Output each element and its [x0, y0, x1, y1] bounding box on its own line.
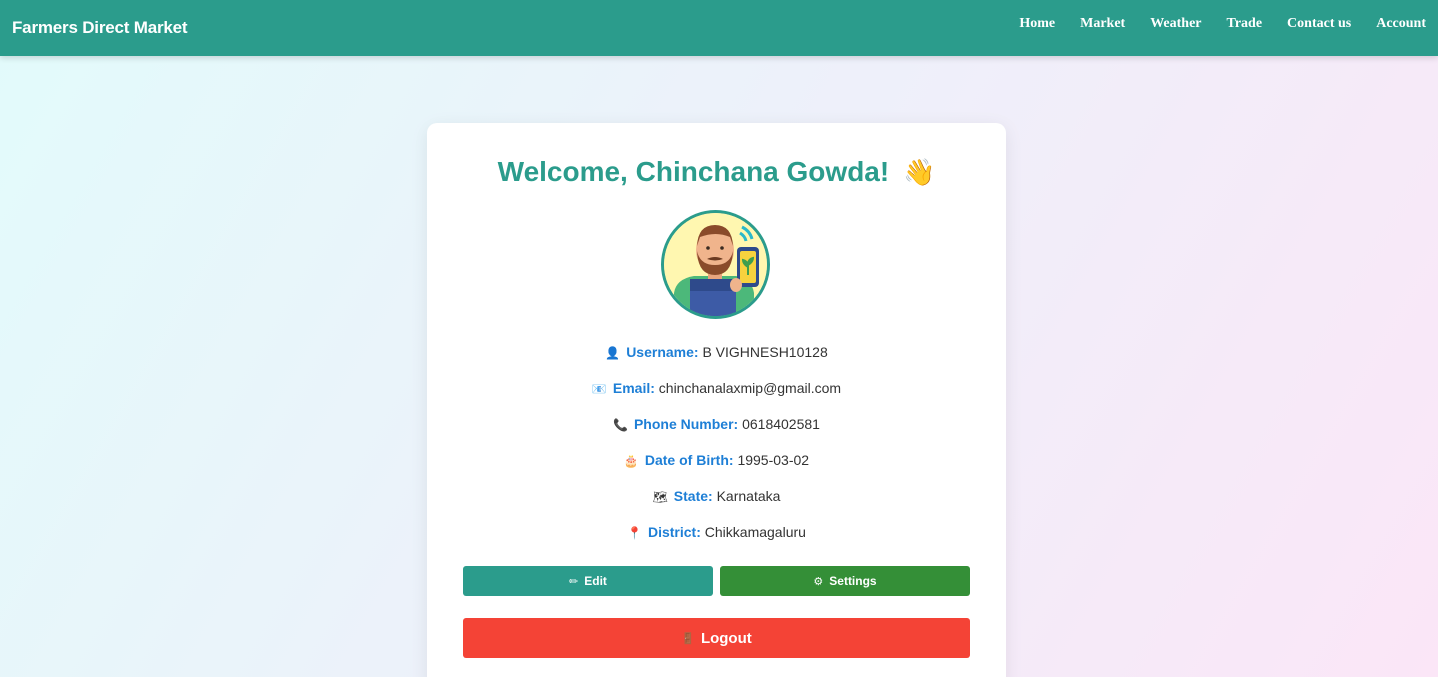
district-value: Chikkamagaluru [704, 524, 806, 540]
cake-icon: 🎂 [623, 454, 639, 468]
waving-hand-icon: 👋 [902, 157, 936, 187]
gear-icon: ⚙ [813, 575, 824, 588]
dob-row: 🎂 Date of Birth: 1995-03-02 [427, 452, 1006, 468]
avatar [661, 210, 770, 319]
email-label: Email: [612, 380, 655, 396]
nav-contact-us[interactable]: Contact us [1287, 16, 1351, 32]
profile-card: Welcome, Chinchana Gowda! 👋 👤 Username: B… [427, 123, 1006, 677]
district-row: 📍 District: Chikkamagaluru [427, 524, 1006, 540]
username-value: B VIGHNESH10128 [702, 344, 828, 360]
phone-icon: 📞 [613, 418, 628, 432]
dob-value: 1995-03-02 [737, 452, 810, 468]
username-row: 👤 Username: B VIGHNESH10128 [427, 344, 1006, 360]
email-row: 📧 Email: chinchanalaxmip@gmail.com [427, 380, 1006, 396]
nav-market[interactable]: Market [1080, 16, 1125, 32]
door-icon: 🚪 [681, 632, 695, 645]
welcome-heading: Welcome, Chinchana Gowda! 👋 [427, 156, 1006, 188]
phone-value: 0618402581 [742, 416, 820, 432]
brand-title[interactable]: Farmers Direct Market [12, 18, 188, 38]
top-navbar: Farmers Direct Market Home Market Weathe… [0, 0, 1438, 56]
map-icon: 🗺 [652, 490, 668, 504]
logout-button-label: Logout [700, 629, 752, 647]
nav-account[interactable]: Account [1376, 16, 1426, 32]
state-row: 🗺 State: Karnataka [427, 488, 1006, 504]
pencil-icon: ✏ [569, 575, 579, 588]
nav-home[interactable]: Home [1019, 16, 1055, 32]
logout-button[interactable]: 🚪 Logout [463, 618, 970, 658]
settings-button-label: Settings [829, 574, 877, 588]
email-icon: 📧 [591, 382, 607, 396]
email-value: chinchanalaxmip@gmail.com [658, 380, 842, 396]
nav-trade[interactable]: Trade [1227, 16, 1263, 32]
user-icon: 👤 [605, 346, 621, 360]
phone-row: 📞 Phone Number: 0618402581 [427, 416, 1006, 432]
edit-button[interactable]: ✏ Edit [463, 566, 713, 596]
dob-label: Date of Birth: [644, 452, 734, 468]
state-value: Karnataka [716, 488, 781, 504]
nav-links: Home Market Weather Trade Contact us Acc… [994, 0, 1426, 52]
nav-weather[interactable]: Weather [1150, 16, 1201, 32]
phone-label: Phone Number: [633, 416, 739, 432]
welcome-text: Welcome, Chinchana Gowda! [497, 156, 890, 187]
pin-icon: 📍 [627, 526, 642, 540]
username-label: Username: [626, 344, 699, 360]
settings-button[interactable]: ⚙ Settings [720, 566, 970, 596]
farmer-avatar-icon [664, 213, 767, 316]
state-label: State: [673, 488, 713, 504]
edit-button-label: Edit [584, 574, 607, 588]
district-label: District: [647, 524, 701, 540]
